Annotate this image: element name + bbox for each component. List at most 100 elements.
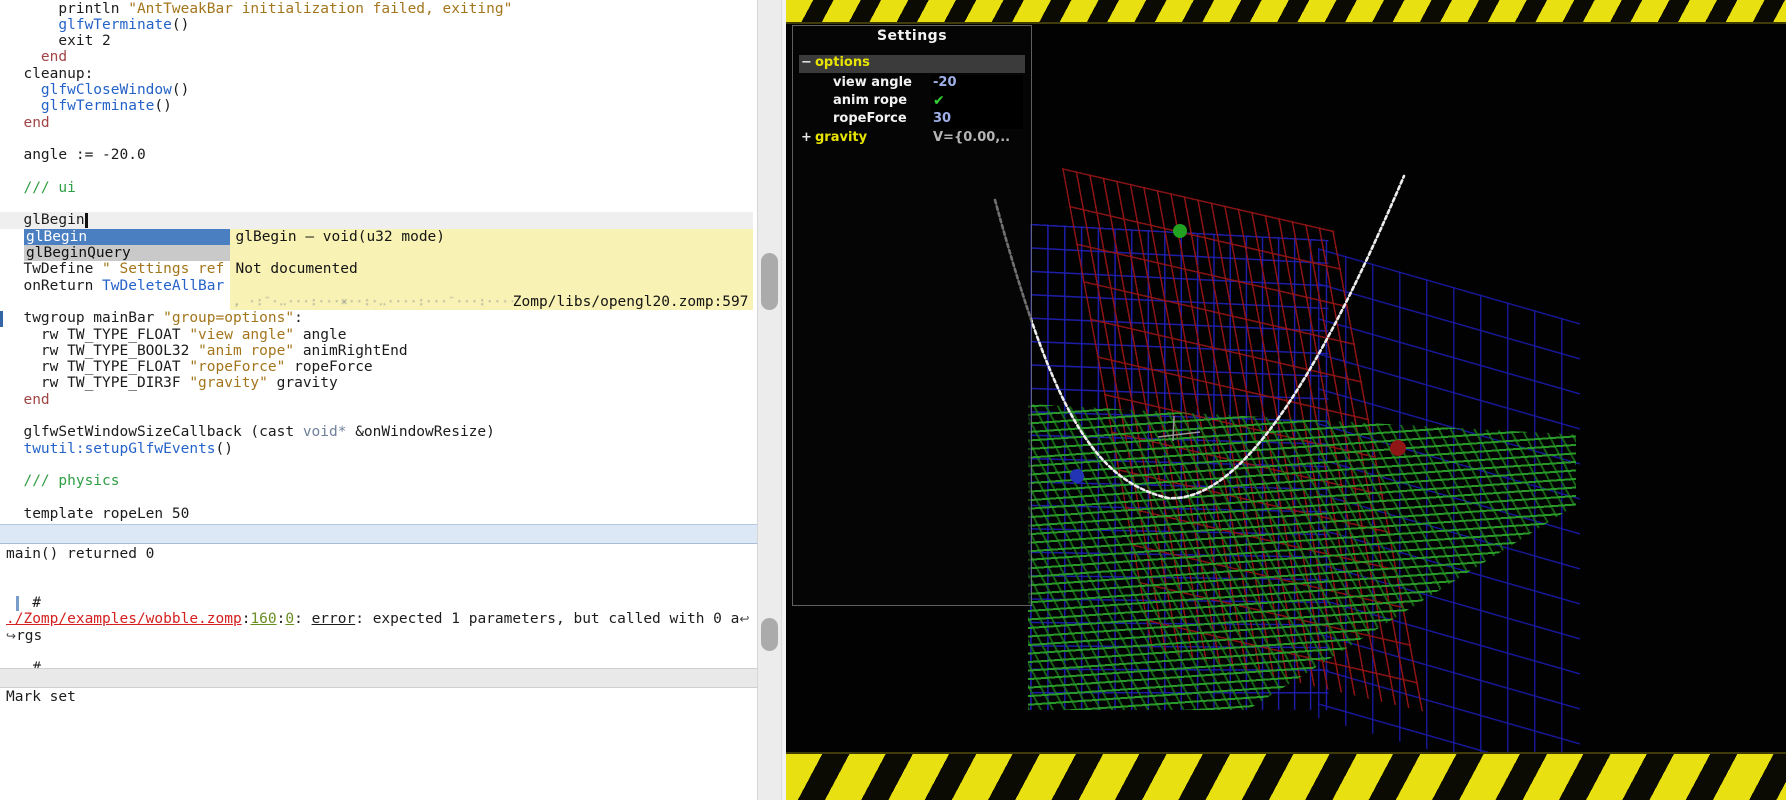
code-segment: onReturn [6, 278, 102, 294]
code-line[interactable]: glfwCloseWindow() [6, 82, 189, 98]
code-line[interactable]: main() returned 0 [6, 546, 154, 562]
code-line[interactable]: glfwTerminate() [6, 98, 172, 114]
code-segment [6, 98, 41, 114]
tweakbar-row-ropeForce[interactable]: ropeForce 30 [799, 111, 1025, 129]
code-line[interactable]: rw TW_TYPE_DIR3F "gravity" gravity [6, 375, 338, 391]
code-segment: ↩ [739, 612, 749, 626]
code-segment: TwDeleteAllBar [102, 278, 224, 294]
completion-item-glBegin[interactable]: glBegin [24, 229, 230, 245]
code-segment [6, 17, 58, 33]
tweakbar-label: ropeForce [833, 111, 907, 126]
tooltip-source-row: , ·:¨·‥···:···×··:·‥····:···¨···:····‥··… [234, 294, 749, 310]
code-segment: template ropeLen 50 [6, 506, 189, 522]
code-segment: rw TW_TYPE_FLOAT [6, 327, 189, 343]
code-segment: void* [303, 424, 347, 440]
modeline-wobble[interactable]: 1 -:**- wobble.zomp 47% (160,9) Git:mast… [0, 524, 786, 544]
code-line[interactable]: cleanup: [6, 66, 93, 82]
code-segment: # [6, 595, 41, 611]
code-segment [6, 82, 41, 98]
scrollbar-track[interactable] [757, 0, 781, 800]
code-segment: glfwTerminate [41, 98, 155, 114]
collapse-icon[interactable]: − [801, 55, 812, 70]
modeline-zomp-shell[interactable]: 2 U:**- *zomp-shell* 70% (38,0) (ZompSh:… [0, 668, 786, 688]
code-segment [6, 441, 23, 457]
code-line[interactable]: glfwTerminate() [6, 17, 189, 33]
code-segment: &onWindowResize) [346, 424, 494, 440]
code-line[interactable]: end [6, 115, 50, 131]
code-line[interactable]: end [6, 392, 50, 408]
code-line[interactable]: twgroup mainBar "group=options": [6, 310, 303, 326]
completion-item-glBeginQuery[interactable]: glBeginQuery [24, 245, 230, 261]
code-line[interactable]: rw TW_TYPE_FLOAT "ropeForce" ropeForce [6, 359, 373, 375]
code-segment: glfwTerminate [58, 17, 172, 33]
code-line[interactable]: template ropeLen 50 [6, 506, 189, 522]
tooltip-doc: Not documented [236, 261, 358, 277]
screen: println "AntTweakBar initialization fail… [0, 0, 1786, 800]
expand-icon[interactable]: + [801, 130, 812, 145]
code-segment: () [154, 98, 171, 114]
tweakbar-row-options[interactable]: −options [799, 55, 1025, 73]
code-segment: gravity [268, 375, 338, 391]
tweakbar-row-view-angle[interactable]: view angle-20 [799, 75, 1025, 93]
code-segment [6, 392, 23, 408]
completion-popup[interactable]: glBeginglBeginQuery [24, 229, 230, 262]
code-line[interactable]: # [6, 595, 41, 611]
tooltip-signature: glBegin — void(u32 mode) [236, 229, 446, 245]
tweakbar-value[interactable]: V={0.00,.. [931, 130, 1023, 148]
code-line[interactable]: exit 2 [6, 33, 111, 49]
code-line[interactable]: rw TW_TYPE_FLOAT "view angle" angle [6, 327, 346, 343]
code-segment: : expected 1 parameters, but called with… [355, 611, 739, 627]
code-segment: angle := -20.0 [6, 147, 146, 163]
code-segment: " Settings ref [102, 261, 224, 277]
code-line[interactable]: angle := -20.0 [6, 147, 146, 163]
scrollbar-thumb-bottom[interactable] [761, 618, 778, 651]
code-segment: animRightEnd [294, 343, 408, 359]
check-icon[interactable]: ✔ [931, 93, 1023, 111]
code-segment: /// physics [6, 473, 120, 489]
code-line[interactable]: rw TW_TYPE_BOOL32 "anim rope" animRightE… [6, 343, 408, 359]
code-segment: rw TW_TYPE_DIR3F [6, 375, 189, 391]
tooltip-garbled-text: , ·:¨·‥···:···×··:·‥····:···¨···:····‥··… [234, 294, 513, 310]
code-segment: : [294, 310, 303, 326]
code-segment: "gravity" [189, 375, 268, 391]
tweakbar-label: options [815, 55, 870, 70]
echo-area: Mark set [6, 689, 76, 705]
code-line[interactable]: end [6, 49, 67, 65]
code-segment: ↪ [6, 629, 16, 643]
tooltip-source-path: Zomp/libs/opengl20.zomp:597 [513, 294, 749, 310]
code-segment: end [23, 115, 49, 131]
code-segment: ropeForce [285, 359, 372, 375]
code-segment: rgs [16, 628, 42, 644]
code-line[interactable]: TwDefine " Settings ref [6, 261, 224, 277]
code-segment: () [172, 17, 189, 33]
code-line[interactable]: ./Zomp/examples/wobble.zomp:160:0: error… [6, 611, 749, 627]
tweakbar-row-gravity[interactable]: +gravity V={0.00,.. [799, 130, 1025, 148]
code-segment: TwDefine [6, 261, 102, 277]
tweakbar-panel[interactable]: Settings −optionsview angle-20anim rope✔… [792, 25, 1032, 606]
code-segment [6, 49, 41, 65]
tweakbar-label: anim rope [833, 93, 907, 108]
tweakbar-value[interactable]: -20 [931, 75, 1023, 93]
code-segment: angle [294, 327, 346, 343]
scrollbar-thumb-top[interactable] [761, 253, 778, 310]
code-segment: "ropeForce" [189, 359, 285, 375]
code-line[interactable]: twutil:setupGlfwEvents() [6, 441, 233, 457]
emacs-frame[interactable]: println "AntTweakBar initialization fail… [0, 0, 786, 800]
code-line[interactable]: glfwSetWindowSizeCallback (cast void* &o… [6, 424, 495, 440]
tweakbar-value[interactable]: 30 [931, 111, 1023, 129]
code-segment: println [6, 1, 128, 17]
code-segment: rw TW_TYPE_FLOAT [6, 359, 189, 375]
code-segment: glBegin [6, 212, 85, 228]
code-line[interactable]: /// ui [6, 180, 76, 196]
code-line[interactable]: ↪rgs [6, 628, 42, 644]
code-line[interactable]: /// physics [6, 473, 120, 489]
code-line[interactable]: onReturn TwDeleteAllBar [6, 278, 224, 294]
code-line[interactable]: glBegin [6, 212, 85, 228]
tweakbar-label: gravity [815, 130, 867, 145]
code-segment: "view angle" [189, 327, 294, 343]
code-segment: exit 2 [6, 33, 111, 49]
code-line[interactable]: println "AntTweakBar initialization fail… [6, 1, 512, 17]
tweakbar-row-anim-rope[interactable]: anim rope ✔ [799, 93, 1025, 111]
opengl-viewport[interactable]: Settings −optionsview angle-20anim rope✔… [786, 0, 1786, 800]
code-segment: end [23, 392, 49, 408]
